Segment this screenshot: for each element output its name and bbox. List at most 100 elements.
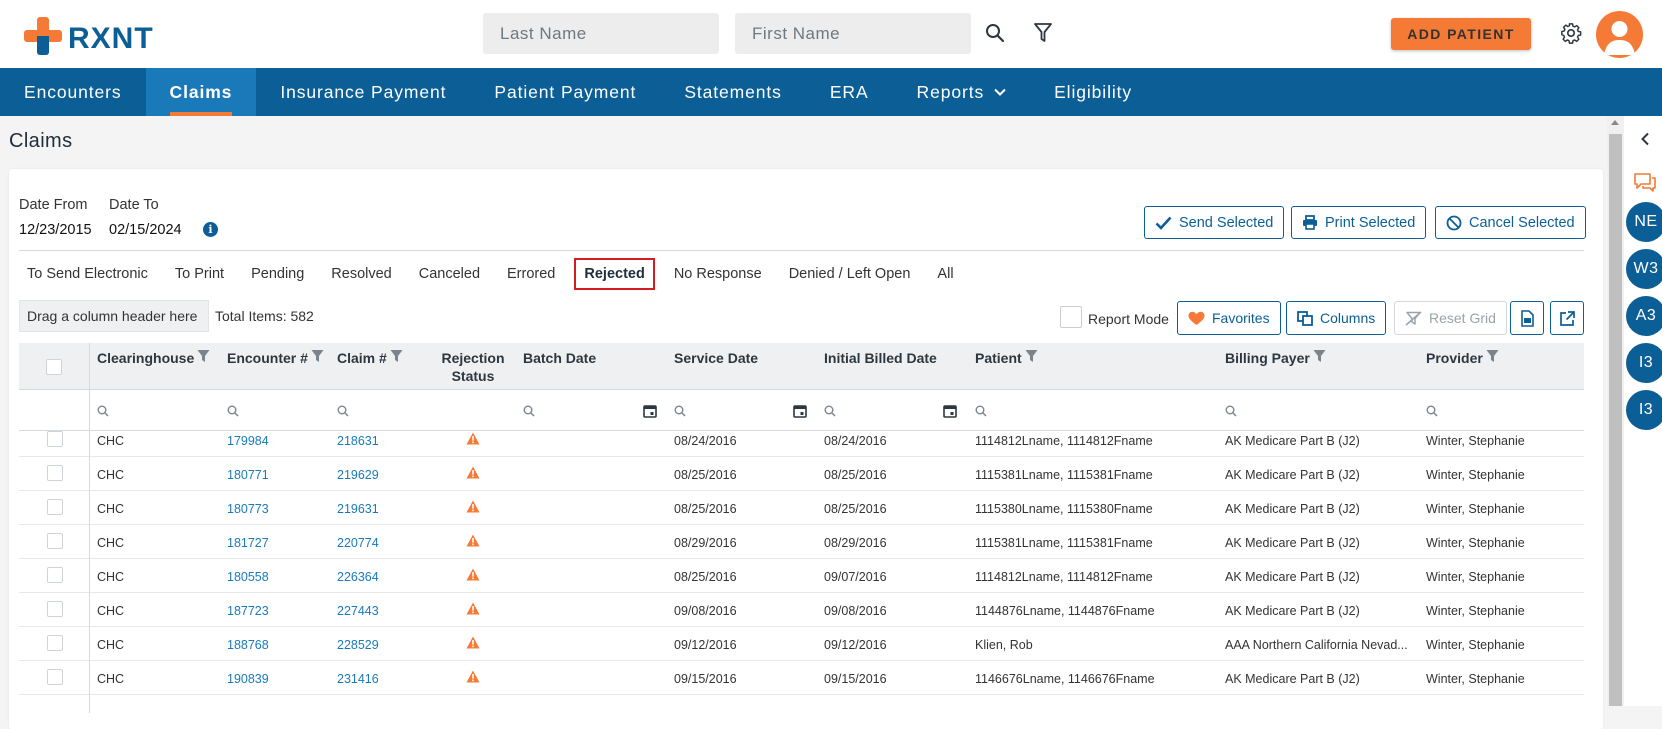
rejection-warning-icon[interactable] [466, 568, 480, 584]
row-checkbox[interactable] [47, 635, 63, 651]
cell-encounter[interactable]: 180771 [227, 468, 269, 482]
row-checkbox[interactable] [47, 431, 63, 447]
rejection-warning-icon[interactable] [466, 602, 480, 618]
date-from-value[interactable]: 12/23/2015 [19, 222, 92, 238]
col-service-date[interactable]: Service Date [674, 349, 758, 367]
table-row[interactable]: CHC 188768 228529 09/12/2016 09/12/2016 Klien… [19, 627, 1584, 661]
nav-insurance-payment[interactable]: Insurance Payment [256, 68, 470, 116]
column-filter-icon[interactable] [1313, 349, 1326, 363]
nav-era[interactable]: ERA [806, 68, 893, 116]
tab-rejected[interactable]: Rejected [574, 258, 655, 290]
tab-no-response[interactable]: No Response [666, 258, 770, 290]
table-row[interactable]: CHC 180558 226364 08/25/2016 09/07/2016 11148… [19, 559, 1584, 593]
nav-encounters[interactable]: Encounters [0, 68, 146, 116]
col-claim[interactable]: Claim # [337, 349, 403, 367]
cell-encounter[interactable]: 181727 [227, 536, 269, 550]
user-badge-2[interactable]: W3 [1626, 249, 1662, 289]
table-row[interactable]: CHC 181727 220774 08/29/2016 08/29/2016 11153… [19, 525, 1584, 559]
tab-all[interactable]: All [929, 258, 961, 290]
col-clearinghouse[interactable]: Clearinghouse [97, 349, 210, 367]
add-patient-button[interactable]: ADD PATIENT [1391, 18, 1531, 50]
search-icon[interactable] [982, 20, 1008, 46]
favorites-button[interactable]: Favorites [1177, 301, 1281, 335]
col-rejection-status[interactable]: Rejection Status [438, 349, 508, 385]
row-checkbox[interactable] [47, 601, 63, 617]
tab-to-send-electronic[interactable]: To Send Electronic [19, 258, 156, 290]
table-row[interactable]: CHC 190839 231416 09/15/2016 09/15/2016 11466… [19, 661, 1584, 695]
row-checkbox[interactable] [47, 533, 63, 549]
cell-encounter[interactable]: 188768 [227, 638, 269, 652]
cell-claim[interactable]: 228529 [337, 638, 379, 652]
rejection-warning-icon[interactable] [466, 466, 480, 482]
cell-claim[interactable]: 219631 [337, 502, 379, 516]
nav-statements[interactable]: Statements [660, 68, 806, 116]
user-badge-5[interactable]: I3 [1626, 390, 1662, 430]
row-checkbox[interactable] [47, 669, 63, 685]
scrollbar-thumb[interactable] [1609, 134, 1622, 706]
column-filter-icon[interactable] [1025, 349, 1038, 363]
cell-encounter[interactable]: 180558 [227, 570, 269, 584]
tab-errored[interactable]: Errored [499, 258, 563, 290]
cell-encounter[interactable]: 180773 [227, 502, 269, 516]
reset-grid-button[interactable]: Reset Grid [1394, 301, 1507, 335]
col-initial-billed-date[interactable]: Initial Billed Date [824, 349, 937, 367]
table-row[interactable]: CHC 179984 218631 08/24/2016 08/24/2016 11148… [19, 423, 1584, 457]
columns-button[interactable]: Columns [1286, 301, 1387, 335]
cell-claim[interactable]: 220774 [337, 536, 379, 550]
col-patient[interactable]: Patient [975, 349, 1038, 367]
row-checkbox[interactable] [47, 499, 63, 515]
tab-denied-left-open[interactable]: Denied / Left Open [781, 258, 919, 290]
nav-reports[interactable]: Reports [893, 68, 1031, 116]
filter-icon[interactable] [1030, 20, 1056, 46]
col-batch-date[interactable]: Batch Date [523, 349, 596, 367]
info-icon[interactable]: i [203, 222, 218, 237]
row-checkbox[interactable] [47, 465, 63, 481]
cell-encounter[interactable]: 187723 [227, 604, 269, 618]
tab-pending[interactable]: Pending [243, 258, 312, 290]
row-checkbox[interactable] [47, 567, 63, 583]
cell-encounter[interactable]: 190839 [227, 672, 269, 686]
table-row[interactable]: CHC 180773 219631 08/25/2016 08/25/2016 11153… [19, 491, 1584, 525]
vertical-scrollbar[interactable] [1607, 116, 1624, 706]
date-to-value[interactable]: 02/15/2024 [109, 222, 182, 238]
rejection-warning-icon[interactable] [466, 432, 480, 448]
user-avatar[interactable] [1596, 11, 1643, 58]
rejection-warning-icon[interactable] [466, 534, 480, 550]
rejection-warning-icon[interactable] [466, 670, 480, 686]
collapse-chevron-icon[interactable] [1640, 132, 1650, 151]
cell-claim[interactable]: 231416 [337, 672, 379, 686]
first-name-input[interactable] [735, 13, 971, 54]
export-pdf-button[interactable] [1510, 301, 1544, 335]
tab-canceled[interactable]: Canceled [411, 258, 488, 290]
report-mode-checkbox[interactable] [1060, 306, 1082, 328]
user-badge-3[interactable]: A3 [1626, 296, 1662, 336]
column-filter-icon[interactable] [311, 349, 324, 363]
user-badge-1[interactable]: NE [1626, 202, 1662, 242]
nav-eligibility[interactable]: Eligibility [1030, 68, 1156, 116]
last-name-input[interactable] [483, 13, 719, 54]
chat-icon[interactable] [1633, 172, 1657, 199]
column-filter-icon[interactable] [390, 349, 403, 363]
cell-encounter[interactable]: 179984 [227, 434, 269, 448]
tab-to-print[interactable]: To Print [167, 258, 232, 290]
nav-claims[interactable]: Claims [145, 68, 257, 116]
rxnt-logo[interactable]: RXNT [24, 16, 154, 56]
tab-resolved[interactable]: Resolved [323, 258, 399, 290]
group-drop-area[interactable]: Drag a column header here [19, 300, 209, 332]
gear-icon[interactable] [1558, 20, 1584, 46]
col-encounter[interactable]: Encounter # [227, 349, 324, 367]
rejection-warning-icon[interactable] [466, 636, 480, 652]
table-row[interactable]: CHC 187723 227443 09/08/2016 09/08/2016 11448… [19, 593, 1584, 627]
col-billing-payer[interactable]: Billing Payer [1225, 349, 1326, 367]
export-button[interactable] [1550, 301, 1584, 335]
send-selected-button[interactable]: Send Selected [1144, 206, 1285, 239]
user-badge-4[interactable]: I3 [1626, 343, 1662, 383]
rejection-warning-icon[interactable] [466, 500, 480, 516]
cancel-selected-button[interactable]: Cancel Selected [1435, 206, 1586, 239]
table-row[interactable]: CHC 180771 219629 08/25/2016 08/25/2016 11153… [19, 457, 1584, 491]
select-all-checkbox[interactable] [46, 359, 62, 375]
cell-claim[interactable]: 226364 [337, 570, 379, 584]
scroll-up-arrow-icon[interactable] [1611, 120, 1619, 125]
print-selected-button[interactable]: Print Selected [1291, 206, 1427, 239]
nav-patient-payment[interactable]: Patient Payment [470, 68, 660, 116]
